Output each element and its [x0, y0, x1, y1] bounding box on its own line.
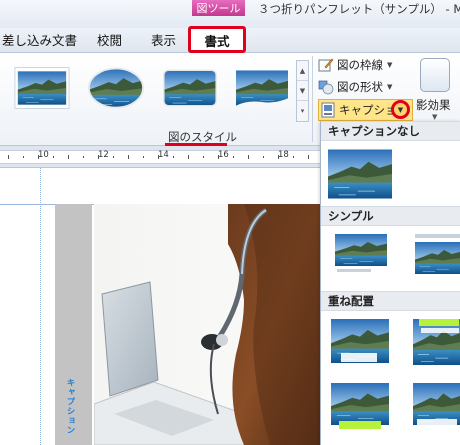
- tab-format[interactable]: 書式: [188, 26, 246, 53]
- ruler-number: 10: [38, 150, 49, 160]
- picture-effects-label: 影効果: [416, 98, 451, 112]
- horizontal-ruler[interactable]: 10 12 14 16 18: [0, 146, 320, 168]
- ruler-tick: [293, 156, 294, 158]
- pencil-border-icon: [318, 57, 334, 73]
- document-page[interactable]: キャプション: [0, 168, 320, 445]
- ruler-tick: [128, 155, 129, 159]
- caption-icon: [320, 102, 336, 118]
- chevron-down-icon: ▼: [397, 105, 404, 114]
- chevron-down-icon: ▼: [432, 113, 438, 121]
- section-header-simple: シンプル: [321, 206, 460, 226]
- chevron-down-icon: ▼: [387, 61, 393, 69]
- ruler-tick: [68, 155, 69, 159]
- ruler-tick: [53, 156, 54, 158]
- ruler-tick: [203, 156, 204, 158]
- effects-icon: [420, 58, 450, 92]
- ribbon-tab-row: 差し込み文書 校閲 表示 書式: [0, 26, 460, 56]
- caption-dropdown-button[interactable]: ▼: [391, 100, 410, 119]
- scroll-down-icon[interactable]: ▼: [297, 81, 308, 101]
- ruler-tick: [98, 155, 99, 159]
- section-header-no-caption: キャプションなし: [321, 121, 460, 141]
- shapes-icon: [318, 79, 334, 95]
- ruler-tick: [188, 155, 189, 159]
- ruler-tick: [83, 156, 84, 158]
- ruler-tick: [233, 156, 234, 158]
- chevron-down-icon: ▼: [387, 83, 393, 91]
- tab-review[interactable]: 校閲: [97, 30, 122, 52]
- more-icon[interactable]: ▾: [297, 101, 308, 121]
- ruler-number: 18: [278, 150, 289, 160]
- picture-tools-context-label: 図ツール: [192, 0, 245, 16]
- picture-shape-label: 図の形状: [337, 80, 383, 94]
- title-bar: 図ツール ３つ折りパンフレット（サンプル） - Mi: [0, 0, 460, 28]
- picture-style-rounded[interactable]: [162, 65, 218, 111]
- style-gallery-scroller[interactable]: ▲ ▼ ▾: [296, 60, 309, 122]
- ruler-number: 14: [158, 150, 169, 160]
- ruler-number: 16: [218, 150, 229, 160]
- section-header-overlay: 重ね配置: [321, 291, 460, 311]
- margin-guide-vertical: [40, 168, 41, 445]
- picture-style-curled[interactable]: [234, 65, 290, 111]
- ruler-tick: [143, 156, 144, 158]
- ruler-tick: [8, 155, 9, 159]
- caption-option-none[interactable]: [328, 149, 392, 199]
- picture-style-simple[interactable]: [14, 65, 70, 111]
- document-title: ３つ折りパンフレット（サンプル） - Mi: [258, 2, 460, 16]
- caption-option-simple-below[interactable]: [335, 234, 387, 276]
- picture-shape-button[interactable]: 図の形状 ▼: [318, 77, 392, 97]
- caption-option-simple-side[interactable]: [415, 234, 460, 276]
- ruler-tick: [218, 155, 219, 159]
- tab-view[interactable]: 表示: [151, 30, 176, 52]
- ruler-tick: [158, 155, 159, 159]
- ruler-tick: [173, 156, 174, 158]
- scroll-up-icon[interactable]: ▲: [297, 61, 308, 81]
- ruler-tick: [263, 156, 264, 158]
- selected-photo[interactable]: [94, 204, 320, 445]
- ruler-tick: [23, 156, 24, 158]
- caption-gallery-dropdown[interactable]: キャプションなし シンプル 重ね配置: [320, 121, 460, 445]
- caption-option-overlay-bottom[interactable]: [331, 319, 389, 367]
- ruler-tick: [278, 155, 279, 159]
- ruler-tick: [308, 155, 309, 159]
- caption-option-overlay-top[interactable]: [413, 319, 460, 367]
- ruler-tick: [113, 156, 114, 158]
- ruler-tick: [248, 155, 249, 159]
- caption-text: キャプション: [65, 378, 75, 435]
- ruler-tick: [38, 155, 39, 159]
- tab-mailings[interactable]: 差し込み文書: [2, 30, 77, 52]
- group-separator: [312, 56, 313, 142]
- picture-style-oval[interactable]: [88, 65, 144, 111]
- ruler-number: 12: [98, 150, 109, 160]
- picture-border-label: 図の枠線: [337, 58, 383, 72]
- picture-border-button[interactable]: 図の枠線 ▼: [318, 55, 392, 75]
- caption-option-overlay-bottom-white[interactable]: [413, 383, 460, 433]
- caption-option-overlay-bottom-green[interactable]: [331, 383, 389, 433]
